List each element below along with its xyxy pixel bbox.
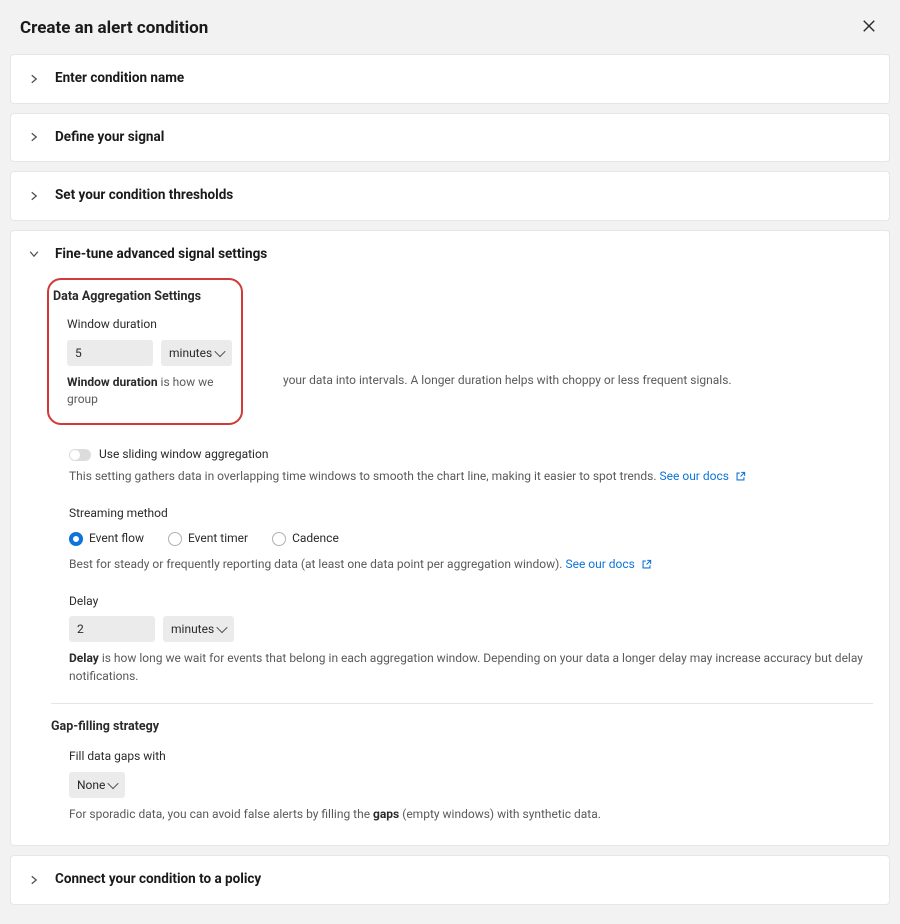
radio-icon (272, 532, 286, 546)
streaming-radio-event-timer[interactable]: Event timer (168, 530, 248, 547)
gap-help-bold: gaps (373, 807, 399, 821)
window-duration-help-bold: Window duration (67, 375, 158, 389)
gap-help-pre: For sporadic data, you can avoid false a… (69, 807, 373, 821)
radio-icon (69, 532, 83, 546)
section-enter-condition-name: Enter condition name (10, 54, 890, 104)
gap-fill-label: Fill data gaps with (69, 748, 873, 765)
radio-icon (168, 532, 182, 546)
streaming-method-radiogroup: Event flow Event timer Cadence (69, 530, 873, 547)
section-title: Enter condition name (55, 69, 184, 89)
gap-help-post: (empty windows) with synthetic data. (399, 807, 601, 821)
gap-fill-value: None (77, 778, 105, 792)
section-header-connect-policy[interactable]: Connect your condition to a policy (11, 856, 889, 904)
chevron-right-icon (27, 130, 41, 144)
window-duration-unit-label: minutes (169, 346, 212, 360)
window-duration-label: Window duration (67, 316, 231, 333)
delay-field: Delay minutes Delay is how long we wait … (69, 593, 873, 685)
gap-fill-select[interactable]: None (69, 772, 125, 798)
delay-help-rest: is how long we wait for events that belo… (69, 651, 863, 682)
streaming-radio-label: Cadence (292, 530, 339, 547)
delay-help-bold: Delay (69, 651, 99, 665)
chevron-down-icon (27, 247, 41, 261)
gap-filling-section: Gap-filling strategy Fill data gaps with… (51, 718, 873, 823)
sliding-window-toggle[interactable] (69, 449, 91, 461)
sliding-docs-link[interactable]: See our docs (660, 469, 746, 483)
streaming-radio-cadence[interactable]: Cadence (272, 530, 339, 547)
section-title: Connect your condition to a policy (55, 870, 261, 890)
dialog-header: Create an alert condition (10, 0, 890, 54)
window-duration-help-outside: your data into intervals. A longer durat… (283, 373, 873, 389)
section-connect-policy: Connect your condition to a policy (10, 855, 890, 905)
section-thresholds: Set your condition thresholds (10, 171, 890, 221)
section-header-thresholds[interactable]: Set your condition thresholds (11, 172, 889, 220)
section-header-enter-condition-name[interactable]: Enter condition name (11, 55, 889, 103)
delay-unit-select[interactable]: minutes (163, 616, 234, 642)
external-link-icon (735, 471, 746, 482)
section-title: Define your signal (55, 128, 164, 148)
chevron-right-icon (27, 873, 41, 887)
delay-label: Delay (69, 593, 873, 610)
section-define-signal: Define your signal (10, 113, 890, 163)
streaming-docs-link[interactable]: See our docs (565, 557, 651, 571)
sliding-window-help: This setting gathers data in overlapping… (69, 469, 657, 483)
streaming-radio-label: Event timer (188, 530, 248, 547)
section-title: Set your condition thresholds (55, 186, 233, 206)
highlight-annotation: Data Aggregation Settings Window duratio… (47, 278, 243, 424)
window-duration-field: Window duration minutes Window duration … (49, 316, 231, 408)
streaming-radio-label: Event flow (89, 530, 144, 547)
dialog-title: Create an alert condition (20, 16, 208, 41)
streaming-radio-event-flow[interactable]: Event flow (69, 530, 144, 547)
streaming-method-help: Best for steady or frequently reporting … (69, 557, 562, 571)
chevron-right-icon (27, 72, 41, 86)
streaming-method-field: Streaming method Event flow Event timer … (69, 505, 873, 573)
delay-unit-label: minutes (171, 622, 214, 636)
external-link-icon (641, 559, 652, 570)
sliding-window-label: Use sliding window aggregation (99, 446, 268, 463)
section-title: Fine-tune advanced signal settings (55, 245, 267, 265)
delay-input[interactable] (69, 616, 155, 642)
section-header-define-signal[interactable]: Define your signal (11, 114, 889, 162)
section-finetune-advanced: Fine-tune advanced signal settings Data … (10, 230, 890, 846)
section-body-finetune: Data Aggregation Settings Window duratio… (11, 278, 889, 845)
divider (51, 703, 873, 704)
window-duration-unit-select[interactable]: minutes (161, 340, 232, 366)
close-button[interactable] (858, 14, 880, 42)
section-header-finetune[interactable]: Fine-tune advanced signal settings (11, 231, 889, 279)
window-duration-input[interactable] (67, 340, 153, 366)
data-aggregation-heading: Data Aggregation Settings (49, 288, 231, 306)
gap-filling-heading: Gap-filling strategy (51, 718, 873, 736)
chevron-right-icon (27, 189, 41, 203)
streaming-method-label: Streaming method (69, 505, 873, 522)
close-icon (862, 18, 876, 37)
